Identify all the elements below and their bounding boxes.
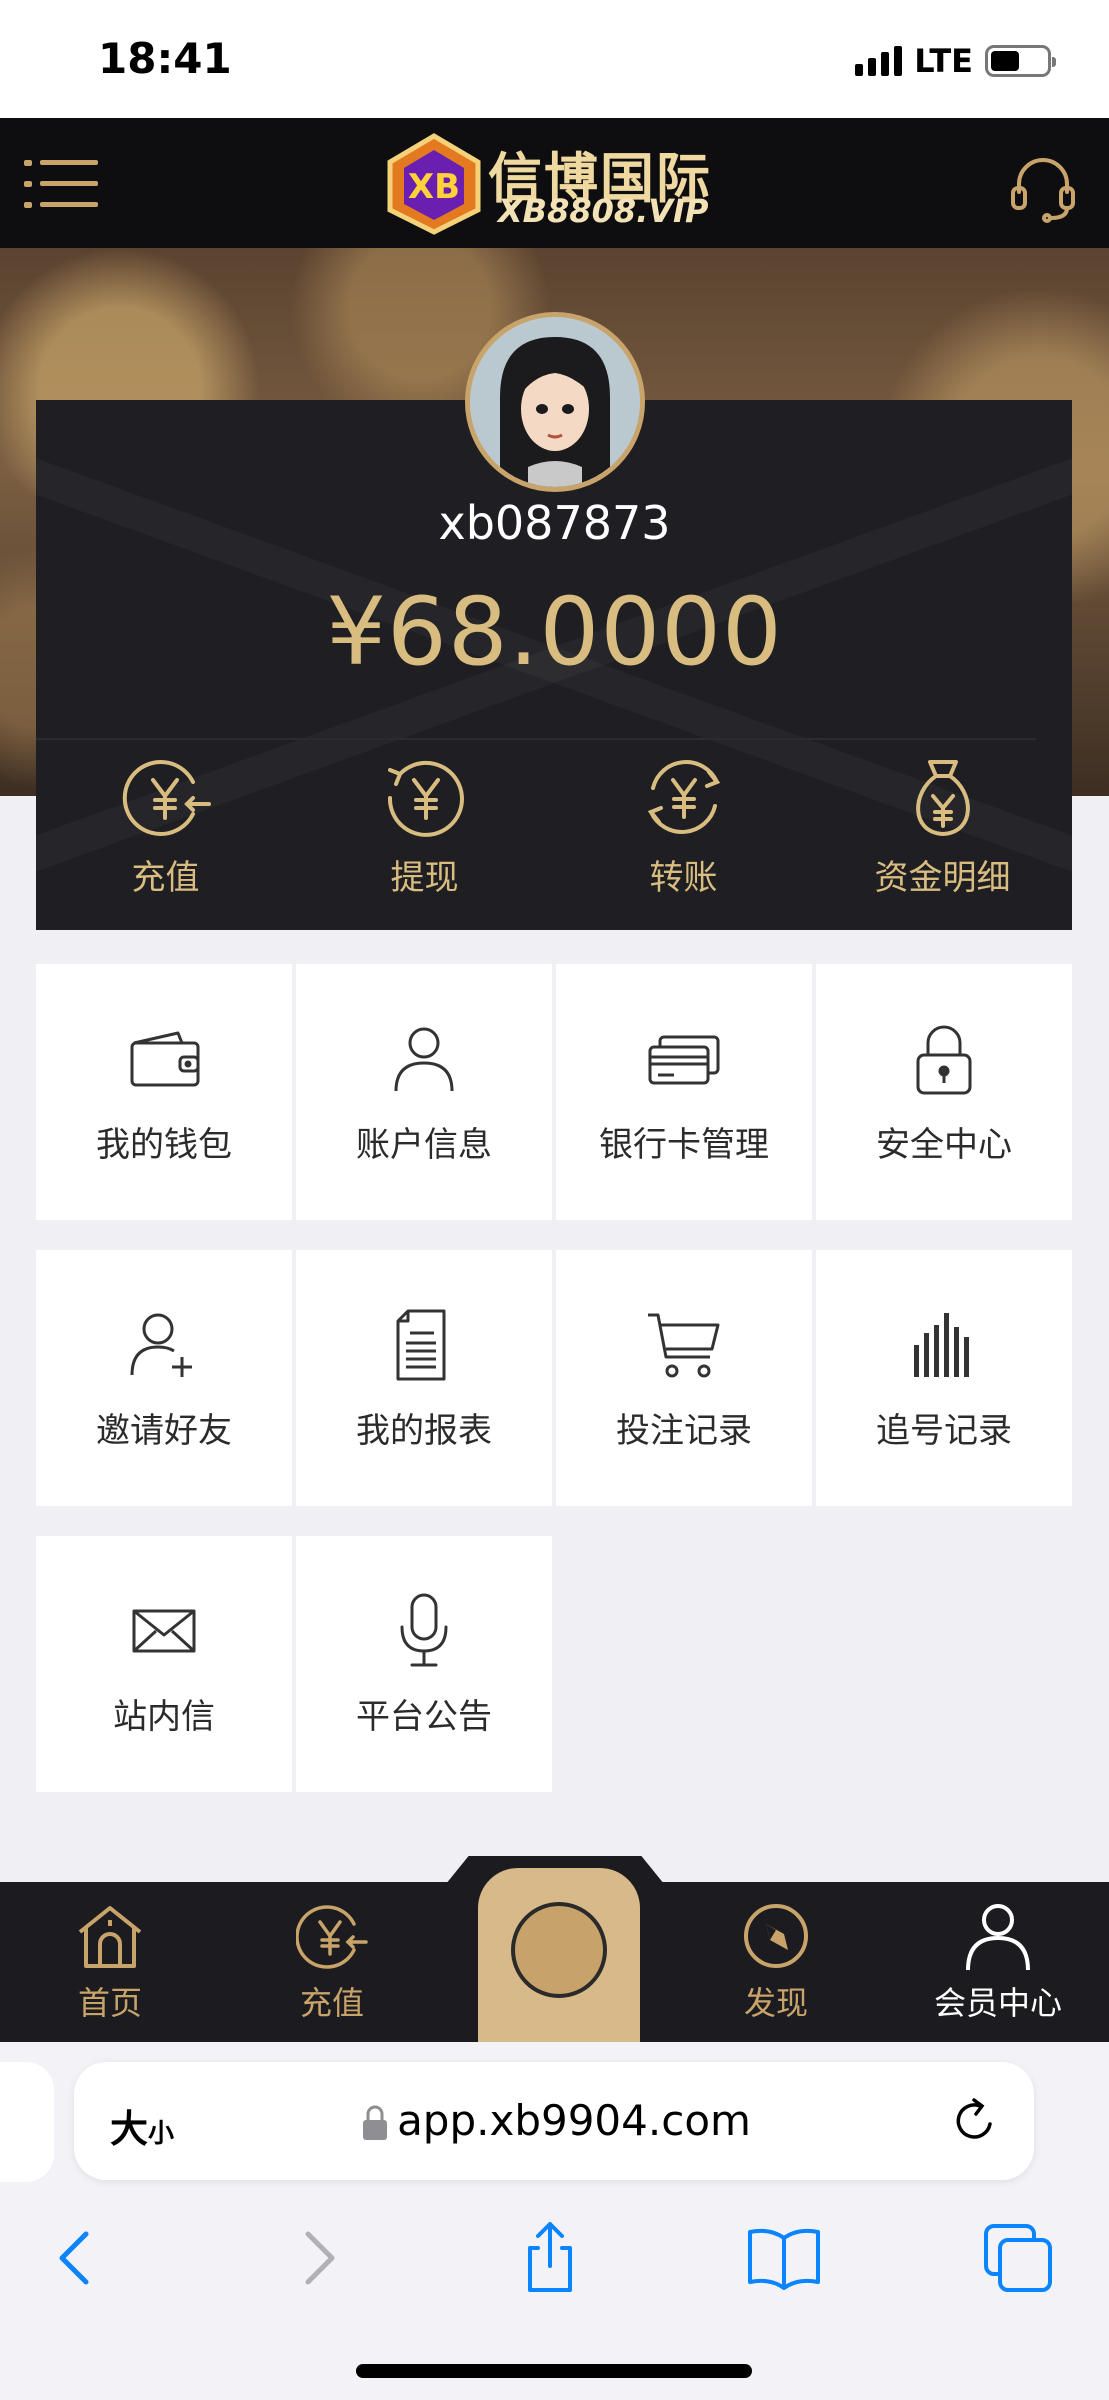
user-icon bbox=[394, 1027, 454, 1091]
card-divider bbox=[36, 738, 1036, 740]
username: xb087873 bbox=[438, 496, 671, 550]
tab-home[interactable]: 首页 bbox=[30, 1900, 190, 2024]
browser-nav-row bbox=[0, 2218, 1109, 2308]
grid-item-invite-friends[interactable]: 邀请好友 bbox=[36, 1250, 292, 1506]
balance-amount: ¥68.0000 bbox=[326, 578, 783, 687]
bank-card-icon bbox=[648, 1035, 720, 1084]
grid-item-my-report[interactable]: 我的报表 bbox=[296, 1250, 552, 1506]
quick-action-transfer[interactable]: 转账 bbox=[554, 752, 813, 912]
reload-icon[interactable] bbox=[950, 2096, 1000, 2146]
browser-toolbar: 大小 app.xb9904.com bbox=[0, 2042, 1109, 2400]
tab-recharge[interactable]: 充值 bbox=[252, 1900, 412, 2024]
quick-actions: 充值 提现 转账 资金明细 bbox=[36, 752, 1072, 912]
battery-icon bbox=[985, 45, 1056, 77]
app-header: XB 信博国际 XB8808.VIP bbox=[0, 118, 1109, 248]
quick-action-recharge[interactable]: 充值 bbox=[36, 752, 295, 912]
yen-in-icon bbox=[122, 760, 211, 836]
logo-badge-icon: XB bbox=[387, 133, 481, 235]
back-icon[interactable] bbox=[38, 2218, 118, 2298]
grid-item-bet-records[interactable]: 投注记录 bbox=[556, 1250, 812, 1506]
lock-icon bbox=[916, 1025, 972, 1094]
previous-tab-preview[interactable] bbox=[0, 2062, 54, 2182]
customer-service-icon[interactable] bbox=[1007, 152, 1079, 224]
home-icon bbox=[78, 1906, 142, 1968]
status-time: 18:41 bbox=[98, 34, 232, 83]
center-circle-icon bbox=[511, 1902, 607, 1998]
logo-text-en: XB8808.VIP bbox=[498, 192, 709, 230]
grid-item-security-center[interactable]: 安全中心 bbox=[816, 964, 1072, 1220]
address-bar[interactable]: 大小 app.xb9904.com bbox=[74, 2062, 1034, 2180]
yen-in-icon bbox=[296, 1905, 368, 1969]
quick-action-withdraw[interactable]: 提现 bbox=[295, 752, 554, 912]
center-game-button[interactable] bbox=[478, 1868, 640, 2042]
grid-row: 站内信 平台公告 bbox=[36, 1536, 1072, 1792]
grid-item-account-info[interactable]: 账户信息 bbox=[296, 964, 552, 1220]
tabs-icon[interactable] bbox=[978, 2218, 1058, 2298]
grid-item-announcements[interactable]: 平台公告 bbox=[296, 1536, 552, 1792]
mail-icon bbox=[132, 1609, 196, 1652]
report-icon bbox=[396, 1309, 446, 1380]
grid-item-inbox[interactable]: 站内信 bbox=[36, 1536, 292, 1792]
bottom-tab-bar: 首页 充值 发现 会员中心 bbox=[0, 1856, 1109, 2042]
cart-icon bbox=[648, 1313, 720, 1377]
grid-row: 邀请好友 我的报表 投注记录 追号记录 bbox=[36, 1250, 1072, 1506]
grid-item-bank-card[interactable]: 银行卡管理 bbox=[556, 964, 812, 1220]
avatar-illustration bbox=[470, 317, 640, 487]
bars-icon bbox=[914, 1312, 969, 1377]
compass-icon bbox=[744, 1904, 808, 1968]
home-indicator bbox=[356, 2364, 752, 2378]
user-icon bbox=[966, 1904, 1030, 1971]
svg-text:XB: XB bbox=[408, 167, 460, 207]
add-user-icon bbox=[130, 1313, 192, 1377]
menu-grid: 我的钱包 账户信息 银行卡管理 安全中心 邀请好友 我的报表 投注记录 追号记录… bbox=[36, 964, 1072, 1822]
tab-discover[interactable]: 发现 bbox=[696, 1900, 856, 2024]
avatar[interactable] bbox=[465, 312, 645, 492]
network-label: LTE bbox=[914, 42, 973, 80]
brand-logo: XB 信博国际 XB8808.VIP bbox=[384, 132, 724, 236]
status-indicators: LTE bbox=[855, 42, 1056, 80]
quick-action-fund-details[interactable]: 资金明细 bbox=[813, 752, 1072, 912]
grid-item-wallet[interactable]: 我的钱包 bbox=[36, 964, 292, 1220]
share-icon[interactable] bbox=[510, 2218, 590, 2298]
microphone-icon bbox=[400, 1593, 448, 1666]
url-text: app.xb9904.com bbox=[397, 2096, 751, 2145]
money-bag-icon bbox=[915, 760, 970, 836]
status-bar: 18:41 LTE bbox=[0, 0, 1109, 118]
yen-transfer-icon bbox=[647, 760, 720, 834]
yen-withdraw-icon bbox=[387, 760, 464, 837]
tab-member-center[interactable]: 会员中心 bbox=[918, 1900, 1078, 2024]
menu-icon[interactable] bbox=[24, 158, 100, 210]
grid-row: 我的钱包 账户信息 银行卡管理 安全中心 bbox=[36, 964, 1072, 1220]
grid-item-chase-records[interactable]: 追号记录 bbox=[816, 1250, 1072, 1506]
bookmarks-icon[interactable] bbox=[744, 2218, 824, 2298]
signal-icon bbox=[855, 46, 903, 76]
wallet-icon bbox=[130, 1031, 200, 1086]
forward-icon[interactable] bbox=[276, 2218, 356, 2298]
